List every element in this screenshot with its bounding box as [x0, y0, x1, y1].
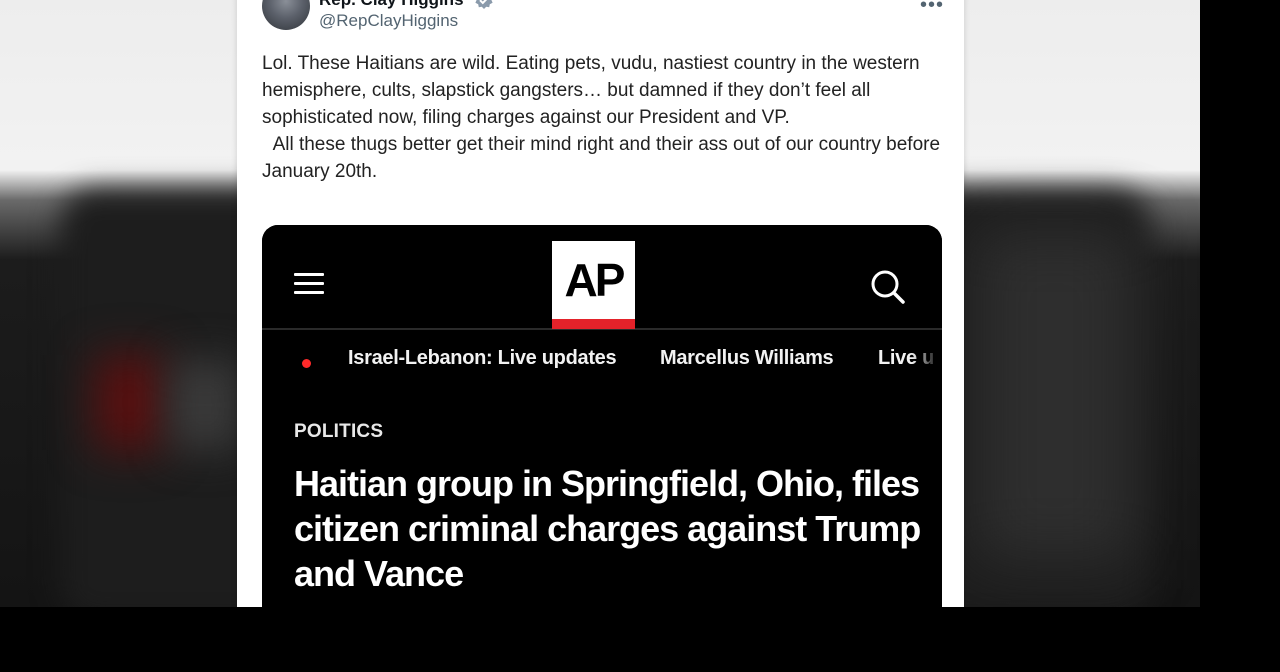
background-blur-highlight — [975, 230, 1135, 560]
tweet-card: Rep. Clay Higgins @RepClayHiggins ••• Lo… — [237, 0, 964, 607]
letterbox-bar — [0, 607, 1280, 672]
section-label: POLITICS — [294, 421, 384, 442]
avatar[interactable] — [262, 0, 310, 30]
more-icon[interactable]: ••• — [920, 0, 944, 17]
search-icon — [871, 270, 905, 304]
verified-badge-icon — [475, 0, 493, 9]
ap-logo-text: AP — [564, 254, 626, 306]
blurred-background: Rep. Clay Higgins @RepClayHiggins ••• Lo… — [0, 0, 1200, 607]
ap-logo: AP — [552, 241, 635, 329]
nav-item-israel-lebanon: Israel-Lebanon: Live updates — [348, 347, 617, 369]
author-display-name[interactable]: Rep. Clay Higgins — [319, 0, 464, 10]
nav-item-marcellus-williams: Marcellus Williams — [660, 347, 834, 369]
nav-fade — [912, 332, 942, 392]
background-blur-accent — [95, 355, 165, 450]
menu-icon — [294, 273, 324, 295]
live-dot-icon — [302, 359, 311, 368]
background-blur-highlight-left — [170, 360, 240, 450]
ap-header: AP — [262, 225, 942, 330]
trending-nav-strip: Israel-Lebanon: Live updates Marcellus W… — [262, 332, 942, 392]
author-handle[interactable]: @RepClayHiggins — [319, 11, 458, 31]
ap-logo-red-bar — [552, 319, 635, 329]
screenshot-frame: Rep. Clay Higgins @RepClayHiggins ••• Lo… — [0, 0, 1280, 672]
embedded-article-image[interactable]: AP Israel-Lebanon: Live updates Marcellu… — [262, 225, 942, 607]
tweet-text: Lol. These Haitians are wild. Eating pet… — [262, 53, 941, 182]
article-headline: Haitian group in Springfield, Ohio, file… — [294, 463, 921, 594]
